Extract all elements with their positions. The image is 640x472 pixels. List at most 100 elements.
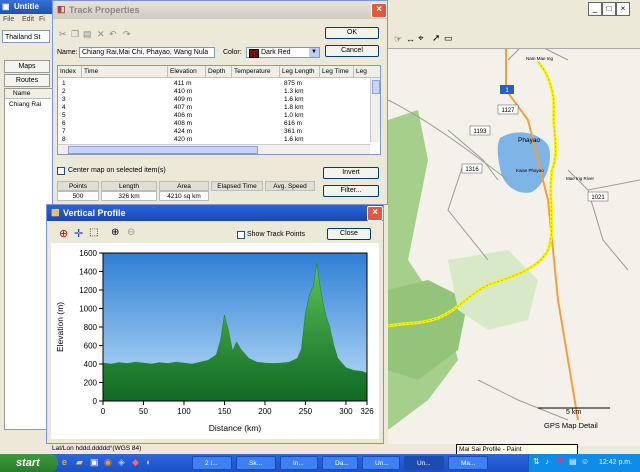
road xyxy=(477,379,569,421)
track-properties-titlebar[interactable]: ◧ Track Properties × xyxy=(53,1,387,19)
column-header-elevation[interactable]: Elevation xyxy=(168,66,206,78)
y-tick-label: 600 xyxy=(84,342,98,351)
taskbar-button[interactable]: 2 I... xyxy=(192,456,232,470)
profile-icon: ▦ xyxy=(51,207,60,217)
stat-value-area: 4210 sq km xyxy=(159,191,209,201)
network-icon[interactable]: ⇅ xyxy=(533,457,540,466)
region-combo[interactable]: Thailand St xyxy=(2,30,50,43)
ok-button[interactable]: OK xyxy=(325,27,379,39)
tab-routes[interactable]: Routes xyxy=(4,74,50,87)
taskbar-button[interactable]: Un... xyxy=(404,456,444,470)
menu-file[interactable]: File xyxy=(3,16,14,23)
crosshair-icon[interactable]: ⊕ xyxy=(59,227,68,240)
copy-icon[interactable]: ❐ xyxy=(71,29,79,40)
measure-tool-icon[interactable]: ▭ xyxy=(444,33,453,44)
pan-tool-icon[interactable]: ↔ xyxy=(406,34,415,44)
filter-button[interactable]: Filter... xyxy=(323,185,379,197)
pointer-tool-icon[interactable]: ⌖ xyxy=(418,33,424,44)
center-map-label: Center map on selected item(s) xyxy=(68,167,166,174)
scrollbar-thumb[interactable] xyxy=(68,146,258,154)
monitor-icon[interactable]: ▤ xyxy=(569,457,577,466)
table-row[interactable]: 8 420 m 1.6 km xyxy=(58,135,368,144)
status-bar: Lat/Lon hddd.ddddd°(WGS 84) xyxy=(0,444,460,454)
vertical-profile-titlebar[interactable]: ▦ Vertical Profile × xyxy=(47,205,383,221)
stat-header-length: Length xyxy=(101,181,157,191)
elevation-chart[interactable]: 0 200 400 600 800 1000 1200 1400 1600 0 50 100 150 20… xyxy=(51,243,379,439)
zoom-out-icon[interactable]: ⊖ xyxy=(127,227,135,238)
column-header-leg-length[interactable]: Leg Length xyxy=(280,66,320,78)
media-icon[interactable]: ◈ xyxy=(118,457,125,468)
coordinate-format: Lat/Lon hddd.ddddd°(WGS 84) xyxy=(52,445,142,452)
list-item[interactable]: Chiang Rai xyxy=(9,101,41,108)
close-window-button[interactable]: × xyxy=(616,2,630,16)
desktop-icon[interactable]: ▣ xyxy=(90,457,99,468)
map-view[interactable]: 1 1127 1193 1316 1021 Nam Mae Ing Phayao… xyxy=(388,0,640,446)
cancel-button[interactable]: Cancel xyxy=(325,45,379,57)
delete-icon[interactable]: ✕ xyxy=(97,29,105,40)
column-header-index[interactable]: Index xyxy=(58,66,82,78)
maximize-button[interactable]: □ xyxy=(602,2,616,16)
security-icon[interactable]: ⛨ xyxy=(557,457,563,467)
arrow-tool-icon[interactable]: ➚ xyxy=(432,33,440,44)
messenger-icon[interactable]: ☺ xyxy=(581,457,589,466)
column-header-leg[interactable]: Leg xyxy=(354,66,380,78)
y-tick-label: 1000 xyxy=(79,305,97,314)
app-icon[interactable]: ◐ xyxy=(146,457,151,467)
track-stats: Points Length Area Elapsed Time Avg. Spe… xyxy=(57,181,317,203)
horizontal-scrollbar[interactable] xyxy=(58,144,370,154)
center-map-checkbox[interactable] xyxy=(57,167,65,175)
y-tick-label: 1600 xyxy=(79,249,97,258)
show-track-points-checkbox[interactable] xyxy=(237,231,245,239)
hand-tool-icon[interactable]: ☞ xyxy=(394,34,402,45)
column-header-temperature[interactable]: Temperature xyxy=(232,66,280,78)
taskbar-button[interactable]: Ma... xyxy=(448,456,488,470)
highway xyxy=(505,40,579,421)
scrollbar-thumb[interactable] xyxy=(372,80,380,94)
taskbar-button[interactable]: Sk... xyxy=(236,456,276,470)
column-header-time[interactable]: Time xyxy=(82,66,168,78)
close-button[interactable]: Close xyxy=(327,228,371,240)
minimize-button[interactable]: _ xyxy=(588,2,602,16)
column-header-depth[interactable]: Depth xyxy=(206,66,232,78)
chevron-down-icon[interactable]: ▼ xyxy=(309,48,319,57)
move-icon[interactable]: ✛ xyxy=(74,227,83,240)
y-tick-label: 1400 xyxy=(79,268,97,277)
scale-label: 5 km xyxy=(566,409,581,416)
paste-icon[interactable]: ▤ xyxy=(83,29,92,40)
color-select[interactable]: Dark Red ▼ xyxy=(246,47,320,58)
volume-icon[interactable]: ♪ xyxy=(545,457,549,466)
firefox-icon[interactable]: ◉ xyxy=(104,457,112,468)
clock[interactable]: 12:42 p.m. xyxy=(599,459,632,466)
cut-icon[interactable]: ✂ xyxy=(59,29,67,40)
road-shield-label: 1021 xyxy=(591,195,605,201)
start-label: start xyxy=(16,457,40,469)
stat-header-avg-speed: Avg. Speed xyxy=(265,181,315,191)
y-tick-label: 200 xyxy=(84,379,98,388)
invert-button[interactable]: Invert xyxy=(323,167,379,179)
tab-maps[interactable]: Maps xyxy=(4,60,50,73)
x-axis-label: Distance (km) xyxy=(209,423,262,433)
list-header-name[interactable]: Name xyxy=(5,89,51,99)
road xyxy=(447,164,489,261)
track-name-input[interactable]: Chiang Rai,Mai Chi, Phayao, Wang Nula xyxy=(79,47,215,58)
close-profile-button[interactable]: × xyxy=(367,206,383,221)
ie-icon[interactable]: e xyxy=(62,457,67,467)
road-shield-label: 1316 xyxy=(465,167,479,173)
folder-icon[interactable]: ▰ xyxy=(76,457,83,468)
taskbar-button[interactable]: In... xyxy=(280,456,318,470)
menu-edit[interactable]: Edit xyxy=(22,16,34,23)
taskbar-button[interactable]: Da... xyxy=(322,456,358,470)
column-header-leg-time[interactable]: Leg Time xyxy=(320,66,354,78)
close-dialog-button[interactable]: × xyxy=(371,3,387,18)
app-icon[interactable]: ◆ xyxy=(132,457,139,468)
redo-icon[interactable]: ↷ xyxy=(123,29,131,40)
vertical-scrollbar[interactable] xyxy=(370,78,380,142)
taskbar-button[interactable]: Un... xyxy=(362,456,400,470)
town-label: Nam Mae Ing xyxy=(526,56,554,61)
zoom-in-icon[interactable]: ⊕ xyxy=(111,227,119,238)
undo-icon[interactable]: ↶ xyxy=(109,29,117,40)
zoom-area-icon[interactable]: ⬚ xyxy=(89,227,98,238)
stat-header-points: Points xyxy=(57,181,99,191)
menu-find[interactable]: Fi xyxy=(39,16,45,23)
start-button[interactable]: start xyxy=(0,454,58,472)
